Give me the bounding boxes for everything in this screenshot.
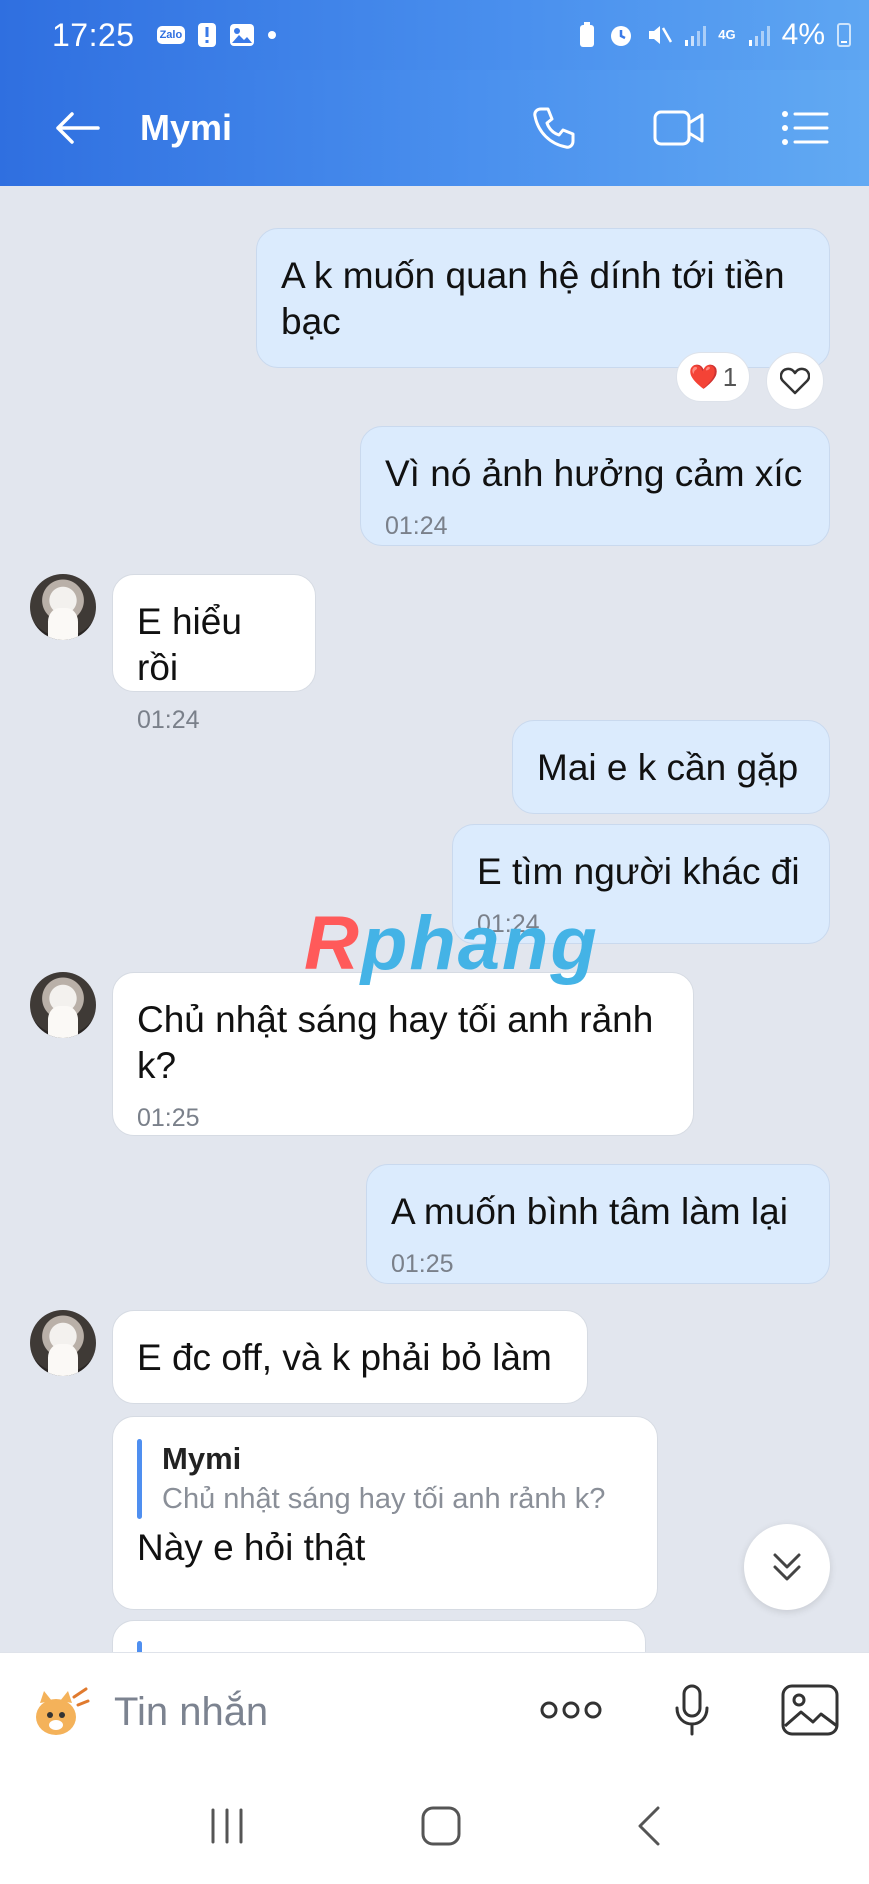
sticker-icon bbox=[36, 1687, 90, 1735]
mute-icon bbox=[646, 22, 673, 48]
quoted-text: Chủ nhật sáng hay tối anh rảnh k? bbox=[162, 1483, 606, 1515]
phone-call-icon[interactable] bbox=[531, 105, 577, 151]
message-bubble-in[interactable]: E hiểu rồi 01:24 bbox=[112, 574, 316, 734]
message-text: E tìm người khác đi bbox=[477, 851, 800, 892]
signal-icon-2 bbox=[748, 24, 770, 46]
signal-icon bbox=[684, 24, 707, 46]
network-type-label: 4G bbox=[718, 27, 736, 42]
quote-bar bbox=[137, 1439, 142, 1519]
message-bubble-out[interactable]: A muốn bình tâm làm lại 01:25 bbox=[366, 1164, 830, 1284]
zalo-notification-icon: Zalo bbox=[156, 26, 186, 44]
message-text: E hiểu rồi bbox=[137, 601, 242, 688]
reaction-count-label: 1 bbox=[722, 361, 738, 392]
home-icon[interactable] bbox=[420, 1805, 462, 1852]
double-chevron-down-icon bbox=[773, 1553, 801, 1581]
sticker-button[interactable] bbox=[30, 1685, 90, 1741]
scroll-to-bottom-button[interactable] bbox=[744, 1524, 830, 1610]
menu-list-icon[interactable] bbox=[781, 109, 829, 147]
contact-name[interactable]: Mymi bbox=[140, 107, 232, 149]
message-time: 01:25 bbox=[137, 1104, 200, 1132]
recent-apps-icon[interactable] bbox=[207, 1808, 247, 1849]
dot-indicator-icon bbox=[267, 30, 277, 40]
gallery-notification-icon bbox=[229, 23, 255, 47]
contact-avatar[interactable] bbox=[30, 574, 96, 640]
alarm-icon bbox=[608, 22, 634, 48]
watermark-letter: R bbox=[304, 901, 361, 986]
message-text: A muốn bình tâm làm lại bbox=[391, 1191, 788, 1232]
status-bar: 17:25 Zalo 4G 4% bbox=[0, 0, 869, 70]
message-text: E đc off, và k phải bỏ làm bbox=[137, 1337, 552, 1378]
message-composer: Tin nhắn bbox=[0, 1652, 869, 1772]
image-gallery-icon[interactable] bbox=[781, 1684, 839, 1741]
quoted-message[interactable]: Mymi Chủ nhật sáng hay tối anh rảnh k? bbox=[137, 1439, 633, 1519]
message-text: Mai e k cần gặp bbox=[537, 747, 799, 788]
message-text: Vì nó ảnh hưởng cảm xíc bbox=[385, 453, 803, 494]
message-time: 01:25 bbox=[391, 1250, 454, 1278]
message-bubble-out[interactable]: Mai e k cần gặp bbox=[512, 720, 830, 814]
status-time: 17:25 bbox=[52, 16, 135, 53]
message-time: 01:24 bbox=[137, 706, 200, 734]
battery-percent: 4% bbox=[781, 18, 825, 51]
battery-saver-icon bbox=[578, 22, 596, 48]
add-reaction-button[interactable] bbox=[766, 352, 824, 410]
video-call-icon[interactable] bbox=[653, 108, 705, 148]
message-time: 01:24 bbox=[385, 512, 448, 540]
message-bubble-out[interactable]: A k muốn quan hệ dính tới tiền bạc bbox=[256, 228, 830, 368]
system-back-icon[interactable] bbox=[636, 1806, 662, 1851]
quote-bar bbox=[137, 1641, 142, 1652]
message-text: Chủ nhật sáng hay tối anh rảnh k? bbox=[137, 999, 654, 1086]
alert-notification-icon bbox=[197, 22, 217, 48]
microphone-icon[interactable] bbox=[673, 1684, 711, 1741]
quoted-sender: Mymi bbox=[162, 1441, 242, 1476]
message-bubble-partial[interactable] bbox=[112, 1620, 646, 1652]
message-text: Này e hỏi thật bbox=[137, 1527, 366, 1568]
battery-icon bbox=[837, 23, 851, 47]
message-text: A k muốn quan hệ dính tới tiền bạc bbox=[281, 255, 785, 342]
network-type-icon: 4G bbox=[718, 27, 736, 42]
message-bubble-out[interactable]: Vì nó ảnh hưởng cảm xíc 01:24 bbox=[360, 426, 830, 546]
watermark-logo: Rphang bbox=[304, 900, 599, 987]
contact-avatar[interactable] bbox=[30, 972, 96, 1038]
message-bubble-in[interactable]: Chủ nhật sáng hay tối anh rảnh k? 01:25 bbox=[112, 972, 694, 1136]
message-input[interactable]: Tin nhắn bbox=[114, 1690, 268, 1735]
watermark-text: phang bbox=[360, 901, 599, 986]
system-nav-bar bbox=[0, 1772, 869, 1884]
chat-header: Mymi bbox=[0, 70, 869, 186]
message-bubble-in[interactable]: E đc off, và k phải bỏ làm bbox=[112, 1310, 588, 1404]
more-options-icon[interactable] bbox=[539, 1700, 603, 1725]
back-arrow-icon[interactable] bbox=[54, 105, 100, 151]
reply-message-bubble[interactable]: Mymi Chủ nhật sáng hay tối anh rảnh k? N… bbox=[112, 1416, 658, 1610]
contact-avatar[interactable] bbox=[30, 1310, 96, 1376]
heart-reaction-icon: ❤️ bbox=[688, 363, 719, 391]
reaction-count[interactable]: ❤️ 1 bbox=[676, 352, 750, 402]
heart-outline-icon bbox=[780, 367, 810, 395]
